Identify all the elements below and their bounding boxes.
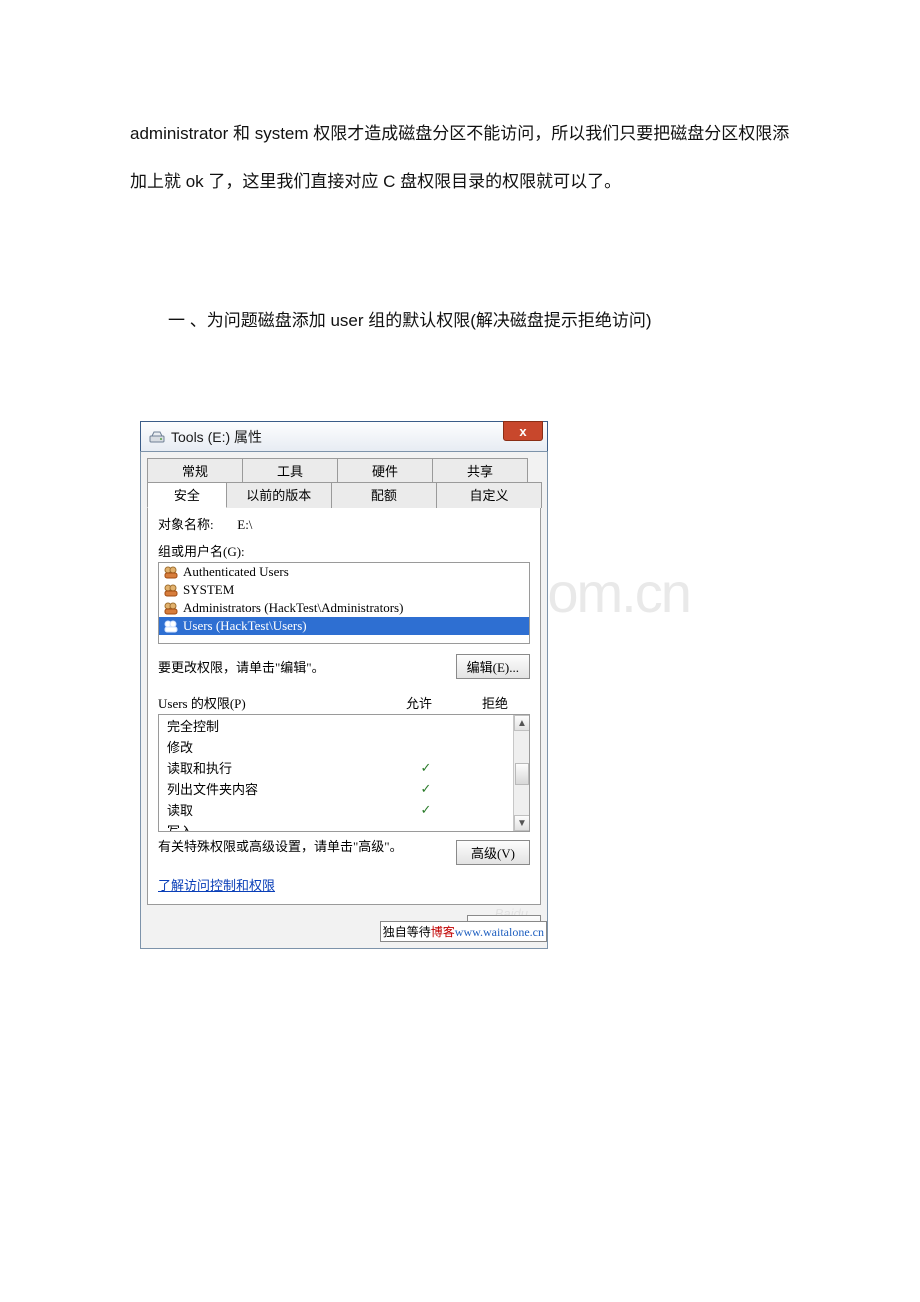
- perm-name: 修改: [167, 737, 385, 756]
- badge-text-2: 博客: [431, 925, 455, 939]
- scroll-down-icon[interactable]: ▼: [514, 815, 530, 831]
- section-title: 一 、为问题磁盘添加 user 组的默认权限(解决磁盘提示拒绝访问): [130, 306, 790, 331]
- perm-name: 读取和执行: [167, 758, 385, 777]
- article-paragraph: administrator 和 system 权限才造成磁盘分区不能访问，所以我…: [130, 110, 790, 206]
- list-item-label: SYSTEM: [183, 582, 234, 598]
- object-name-value: E:\: [237, 517, 252, 532]
- group-icon: [163, 601, 179, 615]
- list-item[interactable]: Users (HackTest\Users): [159, 617, 529, 635]
- group-icon: [163, 619, 179, 633]
- tab-general[interactable]: 常规: [147, 458, 243, 483]
- dialog-titlebar: Tools (E:) 属性 x: [140, 421, 548, 451]
- perm-row: 完全控制: [159, 715, 529, 736]
- tab-tools[interactable]: 工具: [242, 458, 338, 483]
- group-icon: [163, 583, 179, 597]
- list-item[interactable]: SYSTEM: [159, 581, 529, 599]
- allow-column: 允许: [378, 693, 460, 712]
- scroll-up-icon[interactable]: ▲: [514, 715, 530, 731]
- badge-text-1: 独自等待: [383, 925, 431, 939]
- perm-allow: ✓: [385, 760, 467, 776]
- perm-row: 列出文件夹内容✓: [159, 778, 529, 799]
- source-watermark-badge: 独自等待博客www.waitalone.cn: [380, 921, 547, 942]
- permissions-scrollbar[interactable]: ▲ ▼: [513, 715, 529, 831]
- badge-text-3: www.waitalone.cn: [455, 925, 544, 939]
- list-item-label: Users (HackTest\Users): [183, 618, 307, 634]
- object-name-label: 对象名称:: [158, 514, 234, 533]
- edit-hint: 要更改权限，请单击"编辑"。: [158, 657, 325, 676]
- permissions-list: 完全控制 修改 读取和执行✓ 列出文件夹内容✓ 读取✓ 写入 ▲ ▼: [158, 714, 530, 832]
- permissions-header: Users 的权限(P) 允许 拒绝: [158, 693, 530, 712]
- groups-listbox[interactable]: Authenticated Users SYSTEM Administrator…: [158, 562, 530, 644]
- tab-quota[interactable]: 配额: [331, 482, 437, 508]
- tab-custom[interactable]: 自定义: [436, 482, 542, 508]
- deny-column: 拒绝: [460, 693, 530, 712]
- scroll-thumb[interactable]: [515, 763, 529, 785]
- perm-allow: ✓: [385, 781, 467, 797]
- list-item[interactable]: Authenticated Users: [159, 563, 529, 581]
- perm-name: 列出文件夹内容: [167, 779, 385, 798]
- tab-security[interactable]: 安全: [147, 482, 227, 508]
- perm-row: 读取和执行✓: [159, 757, 529, 778]
- perm-row: 写入: [159, 820, 529, 832]
- perm-name: 读取: [167, 800, 385, 819]
- perm-row: 修改: [159, 736, 529, 757]
- security-tab-panel: 对象名称: E:\ 组或用户名(G): Authenticated Users …: [147, 501, 541, 905]
- advanced-button[interactable]: 高级(V): [456, 840, 530, 865]
- group-icon: [163, 565, 179, 579]
- close-button[interactable]: x: [503, 421, 543, 441]
- list-item-label: Administrators (HackTest\Administrators): [183, 600, 403, 616]
- drive-icon: [149, 430, 165, 444]
- properties-dialog: Tools (E:) 属性 x 常规 工具 硬件 共享 安全 以前的版本 配额 …: [140, 421, 548, 949]
- dialog-body: 常规 工具 硬件 共享 安全 以前的版本 配额 自定义 对象名称: E:\ 组或: [140, 451, 548, 949]
- perm-name: 完全控制: [167, 716, 385, 735]
- permissions-for-label: Users 的权限(P): [158, 693, 378, 712]
- list-item-label: Authenticated Users: [183, 564, 289, 580]
- learn-permissions-link[interactable]: 了解访问控制和权限: [158, 875, 275, 894]
- tab-sharing[interactable]: 共享: [432, 458, 528, 483]
- tab-previous[interactable]: 以前的版本: [226, 482, 332, 508]
- list-item[interactable]: Administrators (HackTest\Administrators): [159, 599, 529, 617]
- groups-label: 组或用户名(G):: [158, 541, 530, 560]
- close-icon: x: [519, 424, 526, 439]
- edit-button[interactable]: 编辑(E)...: [456, 654, 530, 679]
- advanced-hint: 有关特殊权限或高级设置，请单击"高级"。: [158, 840, 403, 854]
- tab-strip: 常规 工具 硬件 共享 安全 以前的版本 配额 自定义: [147, 458, 541, 502]
- dialog-title: Tools (E:) 属性: [171, 427, 262, 447]
- perm-name: 写入: [167, 821, 385, 832]
- object-name-row: 对象名称: E:\: [158, 514, 530, 533]
- perm-row: 读取✓: [159, 799, 529, 820]
- tab-hardware[interactable]: 硬件: [337, 458, 433, 483]
- perm-allow: ✓: [385, 802, 467, 818]
